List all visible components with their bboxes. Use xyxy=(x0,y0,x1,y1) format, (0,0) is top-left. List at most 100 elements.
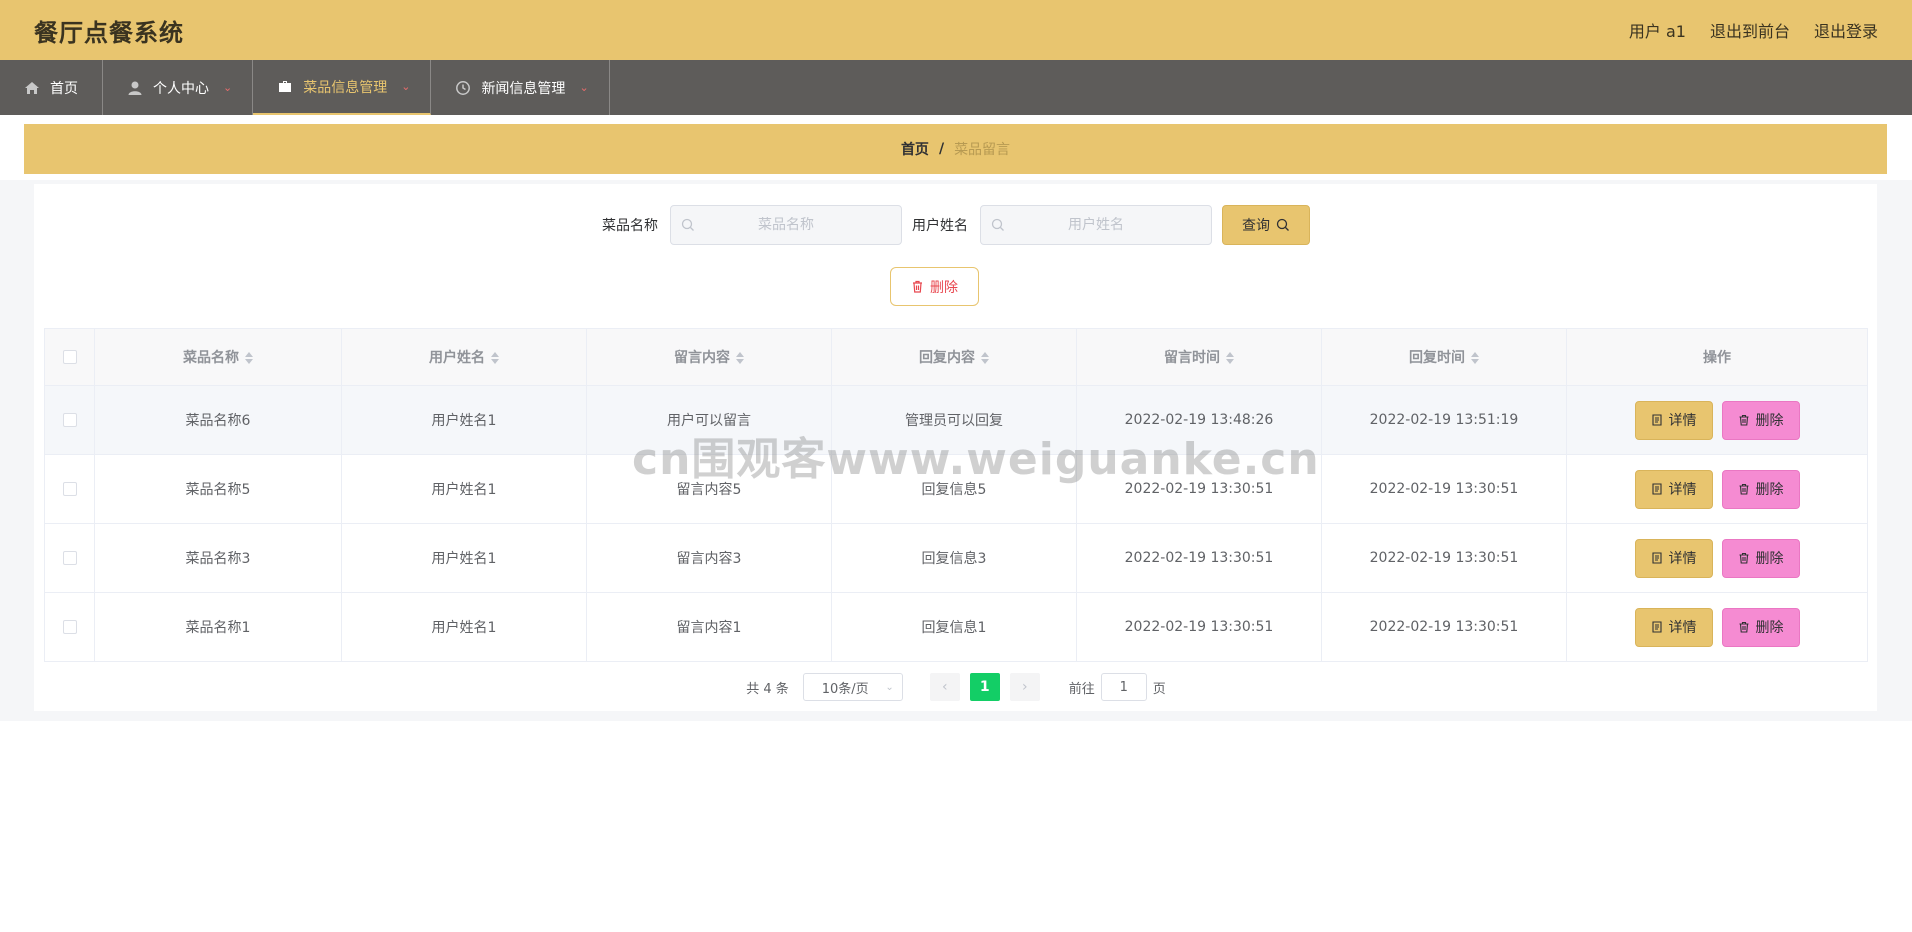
column-header[interactable]: 留言时间 xyxy=(1076,328,1322,386)
page-size-select[interactable]: 10条/页 ⌄ xyxy=(802,673,903,701)
dish-name-input[interactable] xyxy=(695,217,901,233)
reply-time-cell: 2022-02-19 13:30:51 xyxy=(1321,523,1567,593)
page-size-value: 10条/页 xyxy=(821,681,869,697)
row-checkbox[interactable] xyxy=(62,620,77,634)
chevron-down-icon: ⌄ xyxy=(885,681,894,693)
table-row[interactable]: 菜品名称1 用户姓名1 留言内容1 回复信息1 2022-02-19 13:30… xyxy=(44,592,1868,662)
detail-button[interactable]: 详情 xyxy=(1634,400,1713,440)
message-cell: 留言内容5 xyxy=(586,454,832,524)
table-row[interactable]: 菜品名称5 用户姓名1 留言内容5 回复信息5 2022-02-19 13:30… xyxy=(44,454,1868,524)
pagination: 共 4 条 10条/页 ⌄ ‹ 1 › 前往 页 xyxy=(0,673,1912,701)
search-icon xyxy=(1276,218,1289,231)
detail-button[interactable]: 详情 xyxy=(1634,607,1713,647)
search-icon xyxy=(991,218,1004,231)
column-header[interactable]: 回复时间 xyxy=(1321,328,1567,386)
user-label: 用户 a1 xyxy=(1628,22,1686,41)
trash-icon xyxy=(1739,621,1748,633)
user-cell: 用户姓名1 xyxy=(341,523,587,593)
nav-item-personal[interactable]: 个人中心 ⌄ xyxy=(103,60,254,115)
main-nav: 首页 个人中心 ⌄ 菜品信息管理 ⌄ 新闻信息管理 ⌄ xyxy=(0,60,1912,115)
actions-cell: 详情 删除 xyxy=(1566,523,1868,593)
document-icon xyxy=(1651,414,1662,426)
nav-item-news-management[interactable]: 新闻信息管理 ⌄ xyxy=(431,60,610,115)
trash-icon xyxy=(913,280,922,293)
batch-delete-button[interactable]: 删除 xyxy=(890,267,979,306)
row-select-cell xyxy=(44,454,95,524)
page-number-button[interactable]: 1 xyxy=(969,673,1000,701)
logout-link[interactable]: 退出登录 xyxy=(1814,18,1878,42)
row-delete-button[interactable]: 删除 xyxy=(1721,400,1800,440)
nav-item-label: 新闻信息管理 xyxy=(481,80,566,97)
document-icon xyxy=(1651,552,1662,564)
user-name-field[interactable] xyxy=(980,205,1212,245)
row-checkbox[interactable] xyxy=(62,413,77,427)
row-checkbox[interactable] xyxy=(62,551,77,565)
header-links: 用户 a1 退出到前台 退出登录 xyxy=(1629,18,1878,42)
sort-icon[interactable] xyxy=(1471,351,1479,365)
reply-cell: 回复信息3 xyxy=(831,523,1077,593)
detail-button[interactable]: 详情 xyxy=(1634,538,1713,578)
next-page-button[interactable]: › xyxy=(1009,673,1040,701)
select-all-cell xyxy=(44,328,95,386)
goto-page-input[interactable] xyxy=(1100,673,1147,701)
user-icon xyxy=(128,81,142,95)
message-cell: 用户可以留言 xyxy=(586,385,832,455)
search-icon xyxy=(681,218,694,231)
chevron-right-icon: › xyxy=(1021,679,1028,695)
nav-item-home[interactable]: 首页 xyxy=(0,60,103,115)
dish-cell: 菜品名称5 xyxy=(94,454,342,524)
reply-time-cell: 2022-02-19 13:30:51 xyxy=(1321,454,1567,524)
actions-cell: 详情 删除 xyxy=(1566,454,1868,524)
user-name-input[interactable] xyxy=(1005,217,1211,233)
dish-name-field[interactable] xyxy=(670,205,902,245)
row-select-cell xyxy=(44,523,95,593)
user-cell: 用户姓名1 xyxy=(341,454,587,524)
total-count: 共 4 条 xyxy=(746,681,789,697)
home-icon xyxy=(25,81,39,94)
breadcrumb-separator: / xyxy=(938,141,945,157)
nav-item-label: 个人中心 xyxy=(153,80,209,97)
row-delete-button[interactable]: 删除 xyxy=(1721,538,1800,578)
query-button-label: 查询 xyxy=(1242,218,1270,234)
nav-item-dish-management[interactable]: 菜品信息管理 ⌄ xyxy=(253,60,432,115)
user-name-label: 用户姓名 xyxy=(912,218,968,234)
row-checkbox[interactable] xyxy=(62,482,77,496)
comments-table: 菜品名称 用户姓名 留言内容 回复内容 留言时间 回复时间 操作 菜品名称6 用… xyxy=(44,328,1868,662)
clock-icon xyxy=(456,80,471,95)
column-header[interactable]: 菜品名称 xyxy=(94,328,342,386)
user-cell: 用户姓名1 xyxy=(341,385,587,455)
goto-suffix: 页 xyxy=(1152,681,1166,697)
reply-cell: 管理员可以回复 xyxy=(831,385,1077,455)
column-header[interactable]: 回复内容 xyxy=(831,328,1077,386)
dish-cell: 菜品名称6 xyxy=(94,385,342,455)
row-delete-button[interactable]: 删除 xyxy=(1721,607,1800,647)
chevron-down-icon: ⌄ xyxy=(223,81,233,94)
actions-cell: 详情 删除 xyxy=(1566,385,1868,455)
prev-page-button[interactable]: ‹ xyxy=(929,673,960,701)
sort-icon[interactable] xyxy=(245,351,253,365)
column-header[interactable]: 留言内容 xyxy=(586,328,832,386)
frontend-link[interactable]: 退出到前台 xyxy=(1710,18,1790,42)
sort-icon[interactable] xyxy=(981,351,989,365)
detail-button[interactable]: 详情 xyxy=(1634,469,1713,509)
dish-name-label: 菜品名称 xyxy=(602,218,658,234)
top-header: 餐厅点餐系统 用户 a1 退出到前台 退出登录 xyxy=(0,0,1912,60)
chevron-down-icon: ⌄ xyxy=(401,80,411,93)
message-time-cell: 2022-02-19 13:30:51 xyxy=(1076,454,1322,524)
app-title: 餐厅点餐系统 xyxy=(34,18,184,47)
sort-icon[interactable] xyxy=(1226,351,1234,365)
batch-delete-label: 删除 xyxy=(930,279,958,296)
dish-cell: 菜品名称3 xyxy=(94,523,342,593)
row-delete-button[interactable]: 删除 xyxy=(1721,469,1800,509)
select-all-checkbox[interactable] xyxy=(62,350,77,364)
table-row[interactable]: 菜品名称6 用户姓名1 用户可以留言 管理员可以回复 2022-02-19 13… xyxy=(44,385,1868,455)
query-button[interactable]: 查询 xyxy=(1222,205,1310,245)
message-cell: 留言内容3 xyxy=(586,523,832,593)
sort-icon[interactable] xyxy=(491,351,499,365)
message-time-cell: 2022-02-19 13:48:26 xyxy=(1076,385,1322,455)
trash-icon xyxy=(1739,414,1748,426)
sort-icon[interactable] xyxy=(736,351,744,365)
breadcrumb-home[interactable]: 首页 xyxy=(901,139,929,159)
column-header[interactable]: 用户姓名 xyxy=(341,328,587,386)
table-row[interactable]: 菜品名称3 用户姓名1 留言内容3 回复信息3 2022-02-19 13:30… xyxy=(44,523,1868,593)
